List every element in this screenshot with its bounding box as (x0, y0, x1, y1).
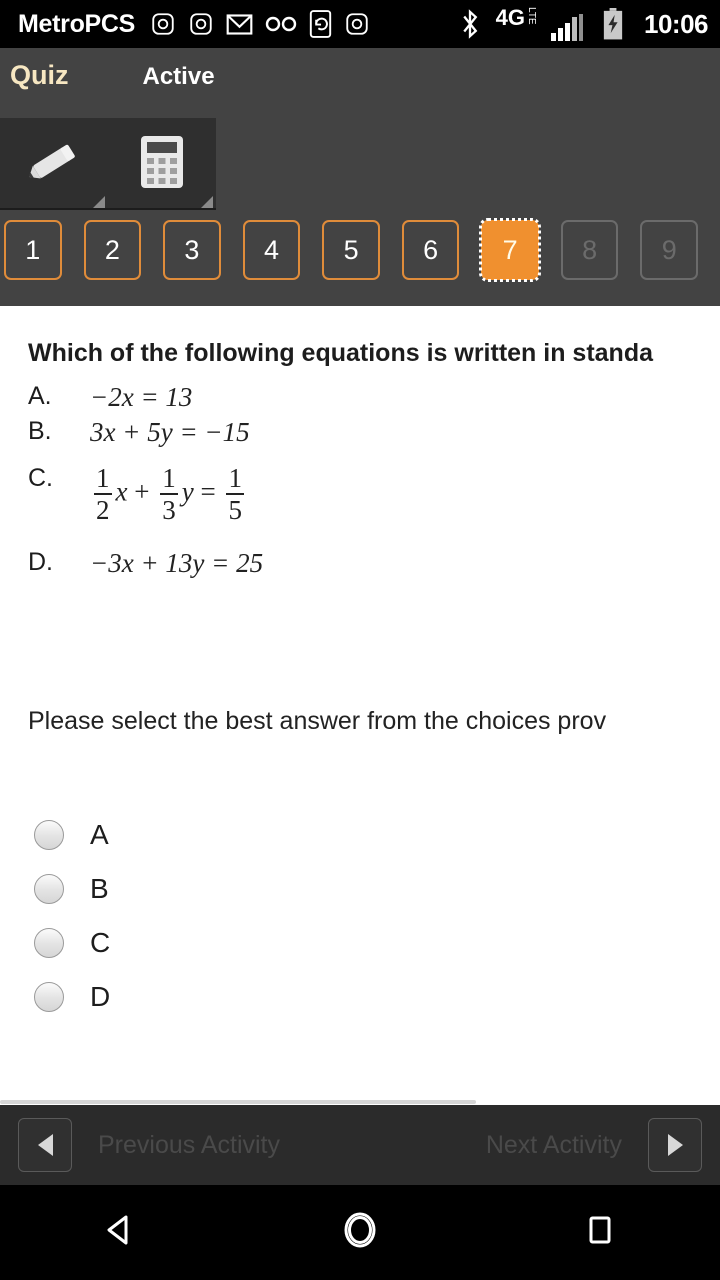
next-activity-label: Next Activity (485, 1130, 622, 1159)
answer-label-c: C (90, 927, 111, 959)
previous-activity-button[interactable] (18, 1118, 72, 1172)
fraction-one-half: 1 2 (92, 462, 114, 525)
chevron-right-icon (667, 1134, 683, 1156)
choice-d: D. −3x + 13y = 25 (28, 548, 720, 579)
radio-button-c[interactable] (34, 928, 64, 959)
network-4glte-icon: 4G LTE (495, 5, 537, 41)
fraction-denominator: 3 (162, 494, 176, 525)
quiz-title-row: Quiz Active (0, 48, 720, 91)
recents-button[interactable] (540, 1185, 660, 1280)
status-badge: Active (142, 63, 215, 90)
answer-label-b: B (90, 873, 109, 905)
home-icon (338, 1208, 382, 1257)
question-number-7[interactable]: 7 (479, 218, 541, 282)
question-number-1[interactable]: 1 (4, 220, 62, 280)
fraction-numerator: 1 (162, 462, 176, 493)
question-number-2[interactable]: 2 (83, 220, 142, 280)
signal-bars-icon (550, 7, 584, 41)
pencil-icon (22, 137, 86, 192)
question-number-nav: 1 2 3 4 5 6 7 8 9 (0, 218, 720, 292)
android-status-bar: MetroPCS 4G LTE 10:06 (0, 0, 720, 48)
voicemail-icon (265, 7, 297, 41)
fraction-denominator: 2 (96, 494, 110, 525)
question-number-5[interactable]: 5 (322, 220, 380, 280)
fraction-numerator: 1 (96, 462, 110, 493)
scrollbar-thumb[interactable] (0, 1100, 476, 1104)
network-label: 4G (495, 5, 525, 30)
choice-a-equation: −2x = 13 (90, 381, 193, 412)
previous-activity-label: Previous Activity (98, 1130, 281, 1159)
pencil-tool-button[interactable] (0, 118, 108, 210)
page-title: Quiz (10, 60, 69, 90)
clock-label: 10:06 (644, 8, 709, 39)
answer-label-d: D (90, 981, 111, 1013)
operator-plus: + (134, 476, 150, 507)
carrier-label: MetroPCS (18, 9, 136, 38)
choice-b-equation: 3x + 5y = −15 (90, 416, 250, 447)
choice-b-letter: B. (28, 416, 52, 445)
instagram-icon (188, 7, 214, 41)
choice-a-letter: A. (28, 381, 52, 410)
phone-sync-icon (309, 7, 332, 41)
instagram-icon (150, 7, 176, 41)
choice-c-letter: C. (28, 463, 53, 492)
activity-nav-footer: Previous Activity Next Activity (0, 1105, 720, 1185)
choice-c-equation: 1 2 x + 1 3 y = 1 5 (90, 462, 248, 525)
choice-d-letter: D. (28, 548, 53, 577)
fraction-one-third: 1 3 (158, 462, 180, 525)
question-text: Which of the following equations is writ… (28, 339, 653, 367)
variable-y: y (181, 476, 194, 507)
choice-d-equation: −3x + 13y = 25 (90, 548, 264, 579)
answer-option-c[interactable]: C (34, 916, 720, 970)
answer-option-a[interactable]: A (34, 808, 720, 862)
phone-screen: MetroPCS 4G LTE 10:06 Quiz Active 1 2 3 … (0, 0, 720, 1280)
question-number-3[interactable]: 3 (163, 220, 221, 280)
radio-button-a[interactable] (34, 820, 64, 851)
bluetooth-icon (460, 7, 480, 41)
fraction-denominator: 5 (228, 494, 242, 525)
calculator-icon (137, 134, 187, 195)
question-number-8: 8 (560, 220, 619, 280)
choice-b: B. 3x + 5y = −15 (28, 417, 720, 448)
recents-icon (578, 1208, 622, 1257)
question-number-9: 9 (640, 220, 699, 280)
instruction-text: Please select the best answer from the c… (28, 707, 607, 736)
radio-button-b[interactable] (34, 874, 64, 905)
quiz-header: Quiz Active 1 2 3 4 5 6 7 8 9 (0, 48, 720, 306)
answer-label-a: A (90, 819, 109, 851)
answer-option-list: A B C D (0, 736, 720, 1024)
choice-a: A. −2x = 13 (28, 382, 720, 413)
home-button[interactable] (300, 1185, 420, 1280)
question-number-6[interactable]: 6 (401, 220, 460, 280)
radio-button-d[interactable] (34, 982, 64, 1013)
answer-option-d[interactable]: D (34, 970, 720, 1024)
question-number-4[interactable]: 4 (242, 220, 301, 280)
operator-equals: = (200, 476, 216, 507)
tool-panel (0, 118, 216, 210)
gmail-icon (226, 7, 253, 41)
instagram-icon (344, 7, 370, 41)
variable-x: x (115, 476, 128, 507)
battery-charging-icon (602, 7, 624, 41)
android-navigation-bar (0, 1185, 720, 1280)
fraction-one-fifth: 1 5 (224, 462, 246, 525)
choice-list: A. −2x = 13 B. 3x + 5y = −15 C. 1 2 x + (0, 368, 720, 580)
next-activity-button[interactable] (648, 1118, 702, 1172)
network-sub-label: LTE (526, 7, 537, 25)
quiz-content: Which of the following equations is writ… (0, 306, 720, 1105)
back-button[interactable] (60, 1185, 180, 1280)
choice-c: C. 1 2 x + 1 3 y = 1 5 (28, 462, 720, 525)
fraction-numerator: 1 (228, 462, 242, 493)
chevron-left-icon (37, 1134, 53, 1156)
calculator-tool-button[interactable] (108, 118, 216, 210)
back-icon (98, 1208, 142, 1257)
answer-option-b[interactable]: B (34, 862, 720, 916)
